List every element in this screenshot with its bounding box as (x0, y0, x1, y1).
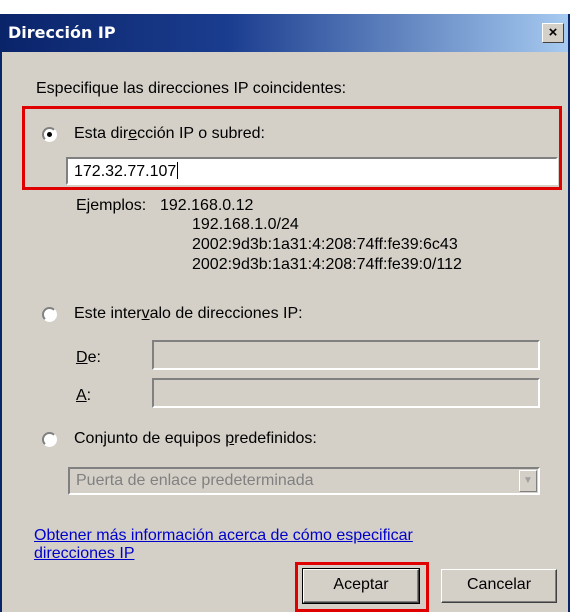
help-link-line2[interactable]: direcciones IP (34, 543, 135, 565)
ip-address-dialog: Dirección IP × Especifique las direccion… (0, 14, 570, 612)
dialog-title: Dirección IP (8, 23, 116, 42)
close-icon: × (548, 24, 558, 41)
example-line: 192.168.0.12 (160, 197, 254, 214)
example-line: 2002:9d3b:1a31:4:208:74ff:fe39:6c43 (192, 236, 458, 253)
chevron-down-icon[interactable]: ▼ (519, 470, 537, 492)
radio-subnet[interactable] (42, 127, 57, 142)
intro-text: Especifique las direcciones IP coinciden… (36, 80, 347, 97)
radio-predefined-label[interactable]: Conjunto de equipos predefinidos: (74, 430, 317, 448)
radio-range[interactable] (42, 307, 57, 322)
from-label: De: (76, 349, 101, 366)
predefined-dropdown[interactable]: Puerta de enlace predeterminada ▼ (68, 467, 540, 495)
ok-button[interactable]: Aceptar (302, 568, 420, 604)
example-line: 2002:9d3b:1a31:4:208:74ff:fe39:0/112 (192, 256, 462, 273)
radio-predefined[interactable] (42, 432, 57, 447)
close-button[interactable]: × (542, 23, 564, 43)
radio-subnet-label[interactable]: Esta dirección IP o subred: (74, 125, 265, 143)
subnet-input[interactable]: 172.32.77.107 (66, 157, 558, 185)
title-bar[interactable]: Dirección IP × (2, 14, 568, 52)
example-line: 192.168.1.0/24 (192, 216, 299, 233)
range-to-input[interactable] (152, 378, 540, 408)
radio-range-label[interactable]: Este intervalo de direcciones IP: (74, 305, 303, 323)
range-from-input[interactable] (152, 340, 540, 370)
to-label: A: (76, 387, 92, 404)
predefined-dropdown-value: Puerta de enlace predeterminada (76, 472, 314, 489)
cancel-button[interactable]: Cancelar (441, 569, 557, 603)
subnet-input-value: 172.32.77.107 (74, 162, 179, 180)
examples-label: Ejemplos: (76, 197, 147, 214)
